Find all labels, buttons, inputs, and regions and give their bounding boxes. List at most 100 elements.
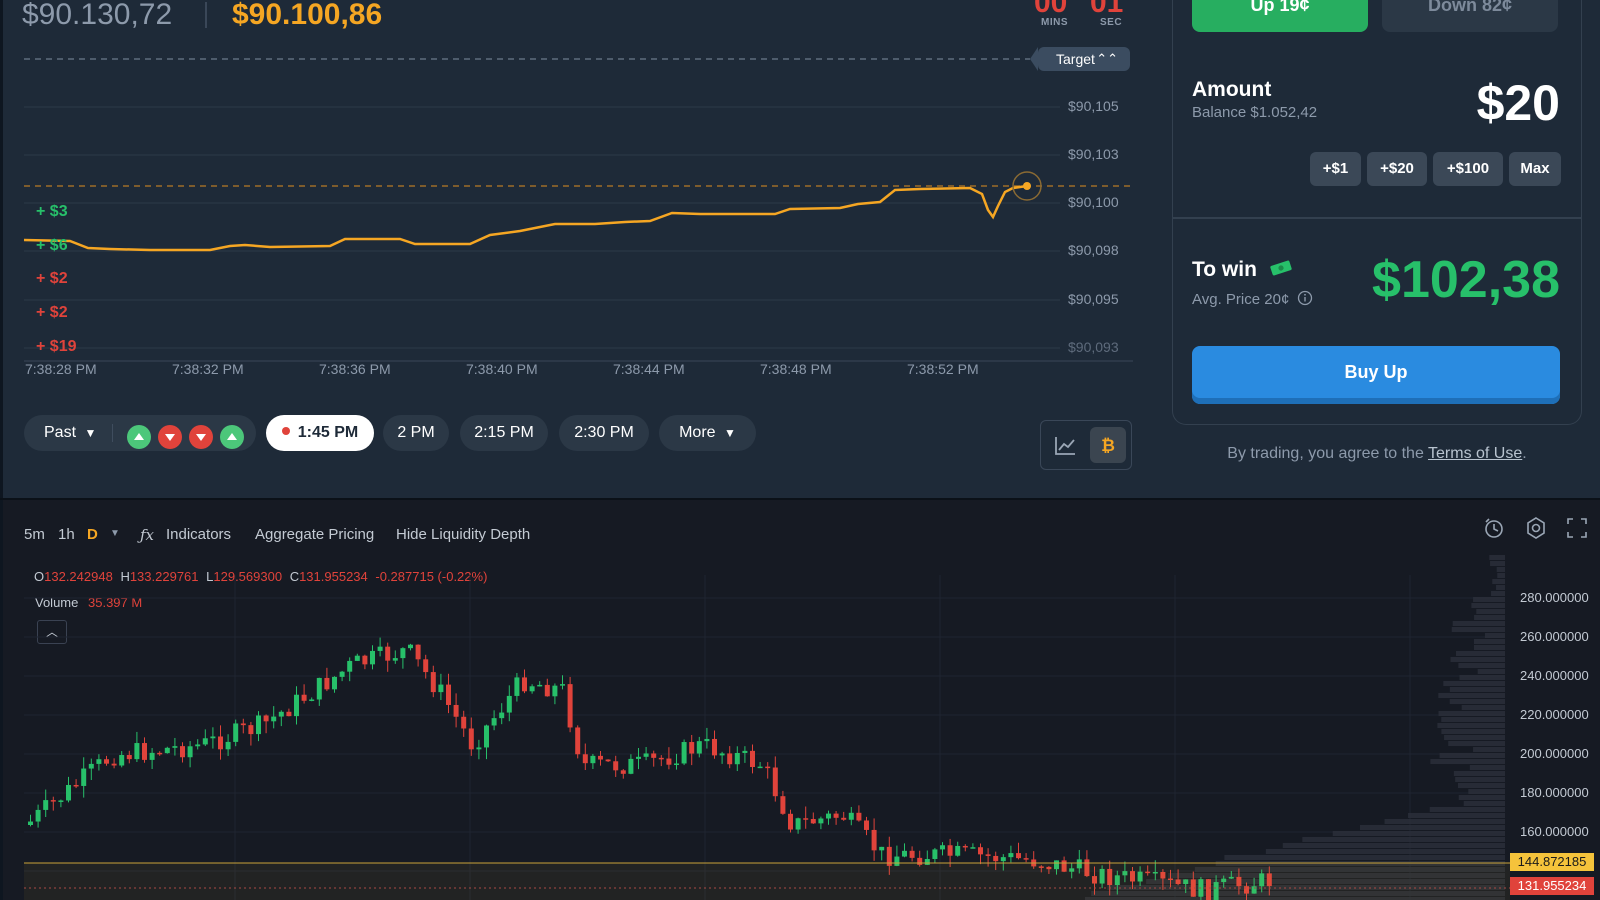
candle-body <box>195 744 201 747</box>
liquidity-bar <box>1497 573 1505 578</box>
liquidity-bar <box>1484 633 1505 638</box>
candle-body <box>742 750 748 753</box>
past-up-marker[interactable] <box>127 425 151 449</box>
candle-body <box>172 746 178 748</box>
candle-body <box>286 711 292 717</box>
candle-body <box>856 812 862 821</box>
candle-body <box>803 818 809 820</box>
info-icon[interactable] <box>1297 290 1313 310</box>
liquidity-bar <box>1473 645 1505 650</box>
target-badge[interactable]: Target ⌃⌃ <box>1030 47 1130 71</box>
candle-body <box>126 755 132 760</box>
candle-body <box>385 646 391 661</box>
aggregate-pricing-button[interactable]: Aggregate Pricing <box>255 526 374 543</box>
bitcoin-icon[interactable]: ₿ <box>1090 427 1126 463</box>
indicators-button[interactable]: Indicators <box>166 526 231 543</box>
past-down-marker[interactable] <box>158 425 182 449</box>
candle-body <box>461 716 467 729</box>
candle-body <box>560 684 565 686</box>
up-button[interactable]: Up 19¢ <box>1192 0 1368 32</box>
hide-liquidity-button[interactable]: Hide Liquidity Depth <box>396 526 530 543</box>
interval-5m[interactable]: 5m <box>24 526 45 543</box>
max-chip[interactable]: Max <box>1509 152 1561 186</box>
candle-body <box>993 855 999 862</box>
liquidity-bar <box>1265 849 1505 854</box>
time-option-1-45pm[interactable]: 1:45 PM <box>266 415 374 451</box>
candle-body <box>681 742 687 764</box>
liquidity-bar <box>1449 687 1505 692</box>
candle-body <box>248 725 254 735</box>
more-dropdown[interactable]: More ▼ <box>659 415 756 451</box>
candle-body <box>263 715 269 722</box>
settings-icon[interactable] <box>1522 514 1550 542</box>
candle-y-label: 160.000000 <box>1520 824 1589 839</box>
to-win-title: To win <box>1192 258 1293 282</box>
add-1-chip[interactable]: +$1 <box>1310 152 1361 186</box>
candle-body <box>826 813 831 819</box>
candle-body <box>202 738 208 745</box>
candle-body <box>423 659 429 673</box>
liquidity-bar <box>1455 651 1505 656</box>
candle-body <box>750 750 755 768</box>
candle-body <box>879 846 885 851</box>
liquidity-bar <box>1441 729 1505 734</box>
buy-up-button[interactable]: Buy Up <box>1192 346 1560 404</box>
candle-body <box>104 759 109 764</box>
liquidity-bar <box>1489 555 1505 560</box>
fullscreen-icon[interactable] <box>1563 514 1591 542</box>
liquidity-bar <box>1408 813 1505 818</box>
liquidity-bar <box>1490 561 1505 566</box>
liquidity-bar <box>1438 711 1505 716</box>
candle-body <box>567 684 573 728</box>
terms-of-use-link[interactable]: Terms of Use <box>1428 445 1522 462</box>
down-button[interactable]: Down 82¢ <box>1382 0 1558 32</box>
interval-d[interactable]: D <box>87 526 98 543</box>
amount-value[interactable]: $20 <box>1468 74 1560 132</box>
candle-body <box>142 743 147 760</box>
interval-1h[interactable]: 1h <box>58 526 75 543</box>
candles <box>28 637 1272 900</box>
candle-body <box>651 753 657 758</box>
candle-body <box>66 784 71 801</box>
candle-body <box>1023 858 1029 860</box>
panel-divider <box>1173 217 1581 219</box>
avg-price-label: Avg. Price 20¢ <box>1192 290 1290 308</box>
past-down-marker[interactable] <box>189 425 213 449</box>
candle-body <box>902 850 907 857</box>
terms-notice: By trading, you agree to the Terms of Us… <box>1172 445 1582 463</box>
price-line <box>23 184 1028 252</box>
past-up-marker[interactable] <box>220 425 244 449</box>
candle-body <box>484 725 489 748</box>
candle-body <box>810 818 816 824</box>
x-axis-label: 7:38:36 PM <box>319 361 391 377</box>
candle-body <box>704 738 710 742</box>
svg-text:₿: ₿ <box>1101 436 1115 456</box>
terms-prefix: By trading, you agree to the <box>1227 445 1429 462</box>
time-option-2-15pm[interactable]: 2:15 PM <box>460 415 548 451</box>
money-icon <box>1269 258 1293 282</box>
add-100-chip[interactable]: +$100 <box>1433 152 1503 186</box>
to-win-value: $102,38 <box>1372 251 1560 309</box>
liquidity-bar <box>1359 825 1505 830</box>
liquidity-bar <box>1332 831 1505 836</box>
replay-icon[interactable] <box>1480 514 1508 542</box>
price-line-chart <box>23 58 1133 362</box>
liquidity-bar <box>1473 597 1505 602</box>
candle-body <box>674 763 679 765</box>
time-option-2pm[interactable]: 2 PM <box>383 415 449 451</box>
candle-body <box>1016 853 1021 859</box>
liquidity-bar <box>1471 603 1505 608</box>
liquidity-bar <box>1492 579 1505 584</box>
add-20-chip[interactable]: +$20 <box>1367 152 1427 186</box>
line-chart-icon[interactable] <box>1050 430 1080 460</box>
liquidity-bar <box>1439 753 1505 758</box>
candle-body <box>765 766 771 769</box>
time-option-2-30pm[interactable]: 2:30 PM <box>559 415 649 451</box>
trade-label: + $2 <box>36 304 68 321</box>
interval-chevron-down-icon[interactable]: ▼ <box>110 528 120 539</box>
y-axis-label: $90,098 <box>1068 242 1119 258</box>
liquidity-bar <box>1469 765 1505 770</box>
candle-body <box>233 723 239 742</box>
liquidity-bar <box>1441 717 1505 722</box>
candle-body <box>795 818 801 830</box>
